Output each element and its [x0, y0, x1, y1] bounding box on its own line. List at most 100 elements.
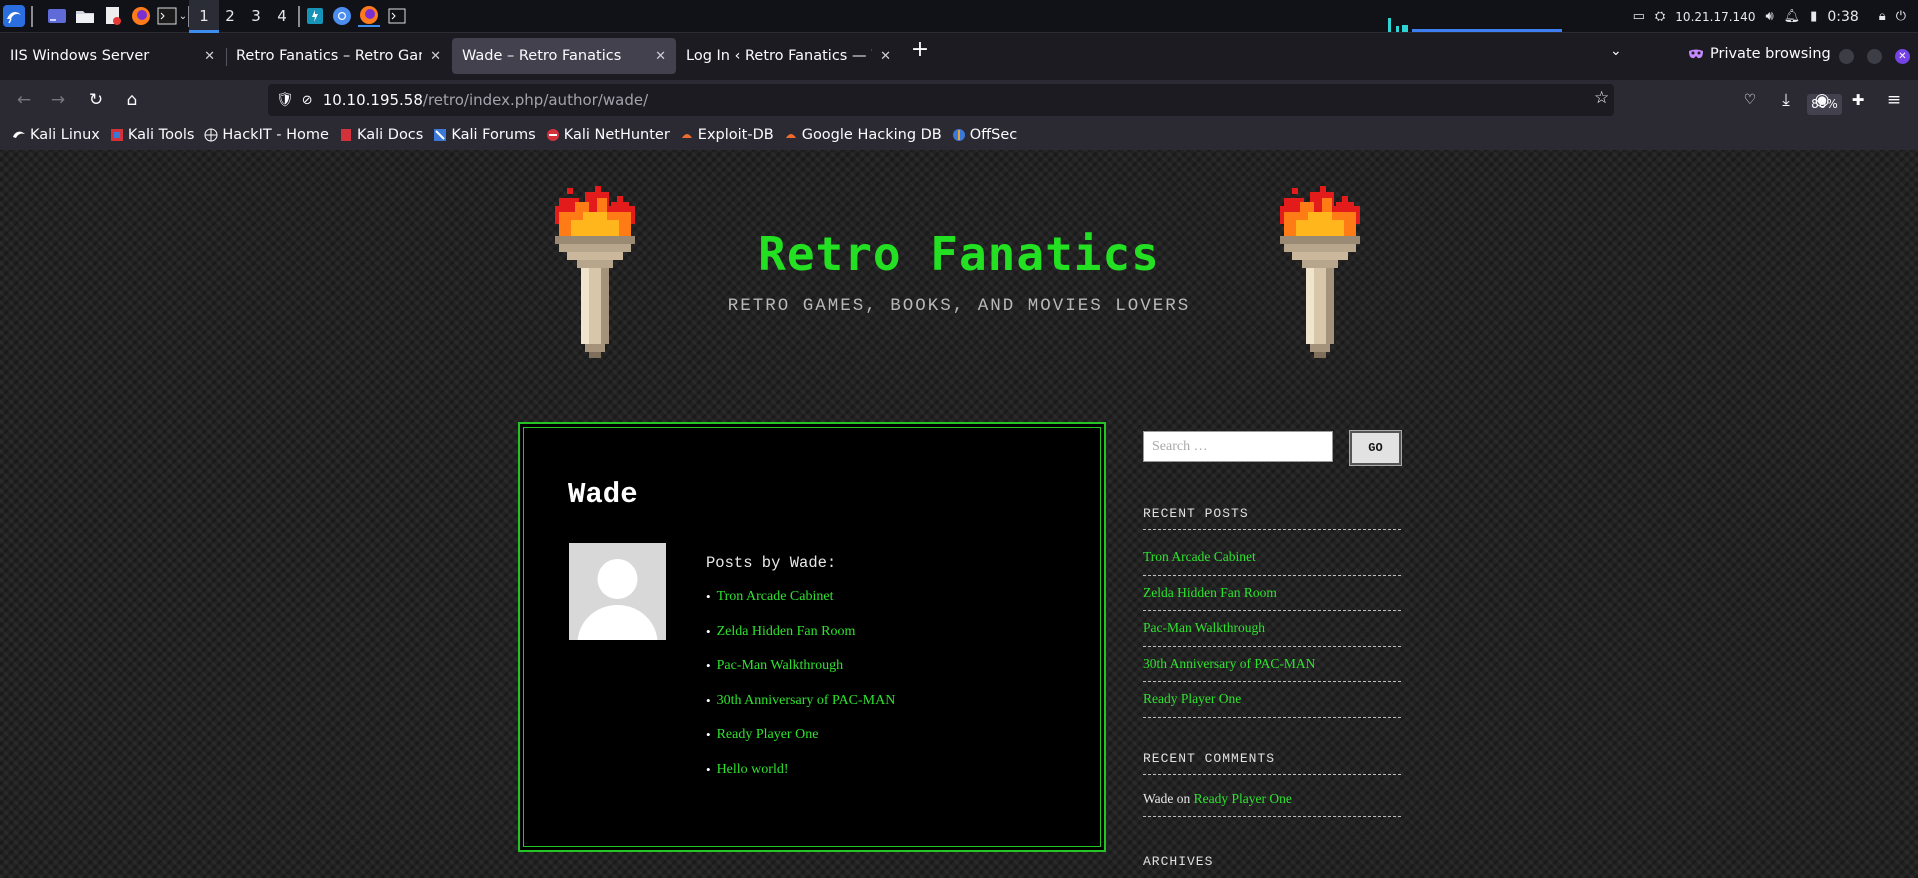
private-label: Private browsing [1710, 46, 1831, 62]
author-posts-list: Tron Arcade Cabinet Zelda Hidden Fan Roo… [706, 589, 896, 797]
network-icon[interactable]: ⛭ [1655, 9, 1665, 24]
notification-bell-icon[interactable]: 🔔︎ [1784, 9, 1801, 24]
web-page: Retro Fanatics RETRO GAMES, BOOKS, AND M… [0, 150, 1918, 878]
list-item: Tron Arcade Cabinet [706, 589, 895, 624]
bookmark-label: Exploit-DB [697, 127, 774, 143]
bookmark-exploit-db[interactable]: Exploit-DB [680, 127, 774, 143]
bookmark-label: Kali Docs [356, 127, 424, 143]
shield-icon[interactable]: 🛡︎ [276, 92, 294, 108]
tab-title: Wade – Retro Fanatics [462, 48, 622, 64]
bookmark-star-icon[interactable]: ☆ [1594, 88, 1609, 108]
ghdb-icon [785, 134, 796, 138]
search-go-button[interactable]: GO [1349, 430, 1402, 466]
bookmark-kali-linux[interactable]: Kali Linux [12, 127, 100, 143]
desktop-icon[interactable] [46, 5, 68, 27]
comment-post-link[interactable]: Ready Player One [1194, 791, 1292, 806]
close-icon[interactable]: ✕ [655, 49, 666, 64]
close-window-button[interactable]: ✕ [1895, 49, 1910, 64]
tab-title: Retro Fanatics – Retro Games [236, 48, 422, 64]
back-arrow-icon[interactable]: ← [12, 88, 36, 112]
list-item: 30th Anniversary of PAC-MAN [706, 693, 896, 728]
bookmark-google-hacking-db[interactable]: Google Hacking DB [784, 127, 942, 143]
tab-retro-fanatics[interactable]: Retro Fanatics – Retro Games ✕ [226, 38, 451, 74]
offsec-icon [952, 129, 965, 141]
chromium-icon[interactable] [331, 5, 353, 27]
globe-icon [204, 128, 218, 142]
pocket-icon[interactable]: ♡ [1738, 88, 1762, 112]
firefox-icon[interactable] [130, 5, 152, 27]
url-bar[interactable]: 🛡︎ ⊘ 10.10.195.58/retro/index.php/author… [268, 84, 1842, 116]
bookmark-kali-nethunter[interactable]: Kali NetHunter [546, 127, 670, 143]
reload-icon[interactable]: ↻ [84, 88, 108, 112]
battery-icon[interactable]: ▮ [1810, 9, 1817, 24]
navigation-bar: ← → ↻ ⌂ 🛡︎ ⊘ 10.10.195.58/retro/index.ph… [0, 80, 1918, 120]
home-icon[interactable]: ⌂ [120, 88, 144, 112]
bookmark-kali-docs[interactable]: Kali Docs [339, 127, 423, 143]
bookmark-label: Kali Linux [30, 127, 100, 143]
account-icon[interactable]: ◉ [1810, 88, 1834, 112]
minimize-button[interactable] [1839, 49, 1854, 64]
recent-post-link[interactable]: Pac-Man Walkthrough [1143, 620, 1265, 635]
recent-posts-title: RECENT POSTS [1143, 506, 1401, 530]
file-manager-icon[interactable] [74, 5, 96, 27]
tab-iis[interactable]: IIS Windows Server ✕ [0, 38, 225, 74]
list-item: Ready Player One [1143, 682, 1401, 718]
post-link[interactable]: Tron Arcade Cabinet [717, 589, 834, 605]
close-icon[interactable]: ✕ [430, 49, 441, 64]
recent-post-link[interactable]: Tron Arcade Cabinet [1143, 549, 1256, 564]
post-link[interactable]: 30th Anniversary of PAC-MAN [717, 693, 896, 709]
burp-icon[interactable] [304, 5, 326, 27]
recent-post-link[interactable]: Zelda Hidden Fan Room [1143, 585, 1277, 600]
list-item: 30th Anniversary of PAC-MAN [1143, 647, 1401, 682]
post-link[interactable]: Hello world! [717, 762, 789, 778]
ip-address: 10.21.17.140 [1675, 9, 1756, 24]
terminal-window-icon[interactable] [386, 5, 408, 27]
forward-arrow-icon[interactable]: → [46, 88, 70, 112]
close-icon[interactable]: ✕ [204, 49, 215, 64]
nethunter-icon [546, 129, 559, 141]
extensions-icon[interactable]: ✚ [1846, 88, 1870, 112]
search-input[interactable] [1143, 431, 1333, 462]
kali-tools-icon [110, 129, 123, 141]
tab-title: Log In ‹ Retro Fanatics — Wo [686, 48, 872, 64]
maximize-button[interactable] [1867, 49, 1882, 64]
screen-icon[interactable]: ▭ [1633, 9, 1645, 24]
downloads-icon[interactable]: ⤓ [1774, 88, 1798, 112]
tab-wade[interactable]: Wade – Retro Fanatics ✕ [452, 38, 676, 74]
post-link[interactable]: Zelda Hidden Fan Room [717, 624, 856, 640]
post-link[interactable]: Pac-Man Walkthrough [717, 658, 844, 674]
post-link[interactable]: Ready Player One [717, 727, 819, 743]
workspace-4[interactable]: 4 [267, 0, 297, 33]
bookmark-label: Kali Forums [451, 127, 536, 143]
close-icon[interactable]: ✕ [880, 49, 891, 64]
top-panel: ⌄ 1 2 3 4 ▭ ⛭ 10.21.17.140 🔊︎ 🔔︎ ▮ 0:38 … [0, 0, 1918, 33]
page-info-icon[interactable]: ⊘ [302, 93, 313, 108]
bookmark-label: Kali NetHunter [563, 127, 670, 143]
bookmark-kali-tools[interactable]: Kali Tools [110, 127, 194, 143]
firefox-running-icon[interactable] [358, 5, 380, 27]
recent-posts-list: Tron Arcade Cabinet Zelda Hidden Fan Roo… [1143, 540, 1401, 718]
volume-icon[interactable]: 🔊︎ [1765, 9, 1773, 24]
menu-icon[interactable]: ≡ [1882, 88, 1906, 112]
bookmark-offsec[interactable]: OffSec [952, 127, 1018, 143]
bookmark-label: HackIT - Home [222, 127, 329, 143]
power-icon[interactable]: ⏻ [1896, 9, 1906, 24]
text-editor-icon[interactable] [102, 5, 124, 27]
kali-menu-icon[interactable] [3, 5, 25, 27]
bookmark-label: OffSec [969, 127, 1018, 143]
recent-post-link[interactable]: 30th Anniversary of PAC-MAN [1143, 656, 1315, 671]
bookmark-kali-forums[interactable]: Kali Forums [433, 127, 536, 143]
list-tabs-chevron-icon[interactable]: ⌄ [1610, 43, 1622, 59]
recent-post-link[interactable]: Ready Player One [1143, 691, 1241, 706]
site-description: RETRO GAMES, BOOKS, AND MOVIES LOVERS [727, 296, 1191, 316]
new-tab-button[interactable]: + [908, 38, 932, 62]
site-title[interactable]: Retro Fanatics [0, 227, 1918, 281]
bookmark-hackit[interactable]: HackIT - Home [204, 127, 329, 143]
tab-login[interactable]: Log In ‹ Retro Fanatics — Wo ✕ [676, 38, 901, 74]
bookmark-label: Google Hacking DB [801, 127, 942, 143]
comment-on: on [1176, 791, 1191, 806]
lock-icon[interactable]: 🔒︎ [1879, 9, 1886, 24]
comment-author: Wade [1143, 791, 1174, 806]
tab-title: IIS Windows Server [10, 48, 150, 64]
clock[interactable]: 0:38 [1827, 9, 1858, 25]
